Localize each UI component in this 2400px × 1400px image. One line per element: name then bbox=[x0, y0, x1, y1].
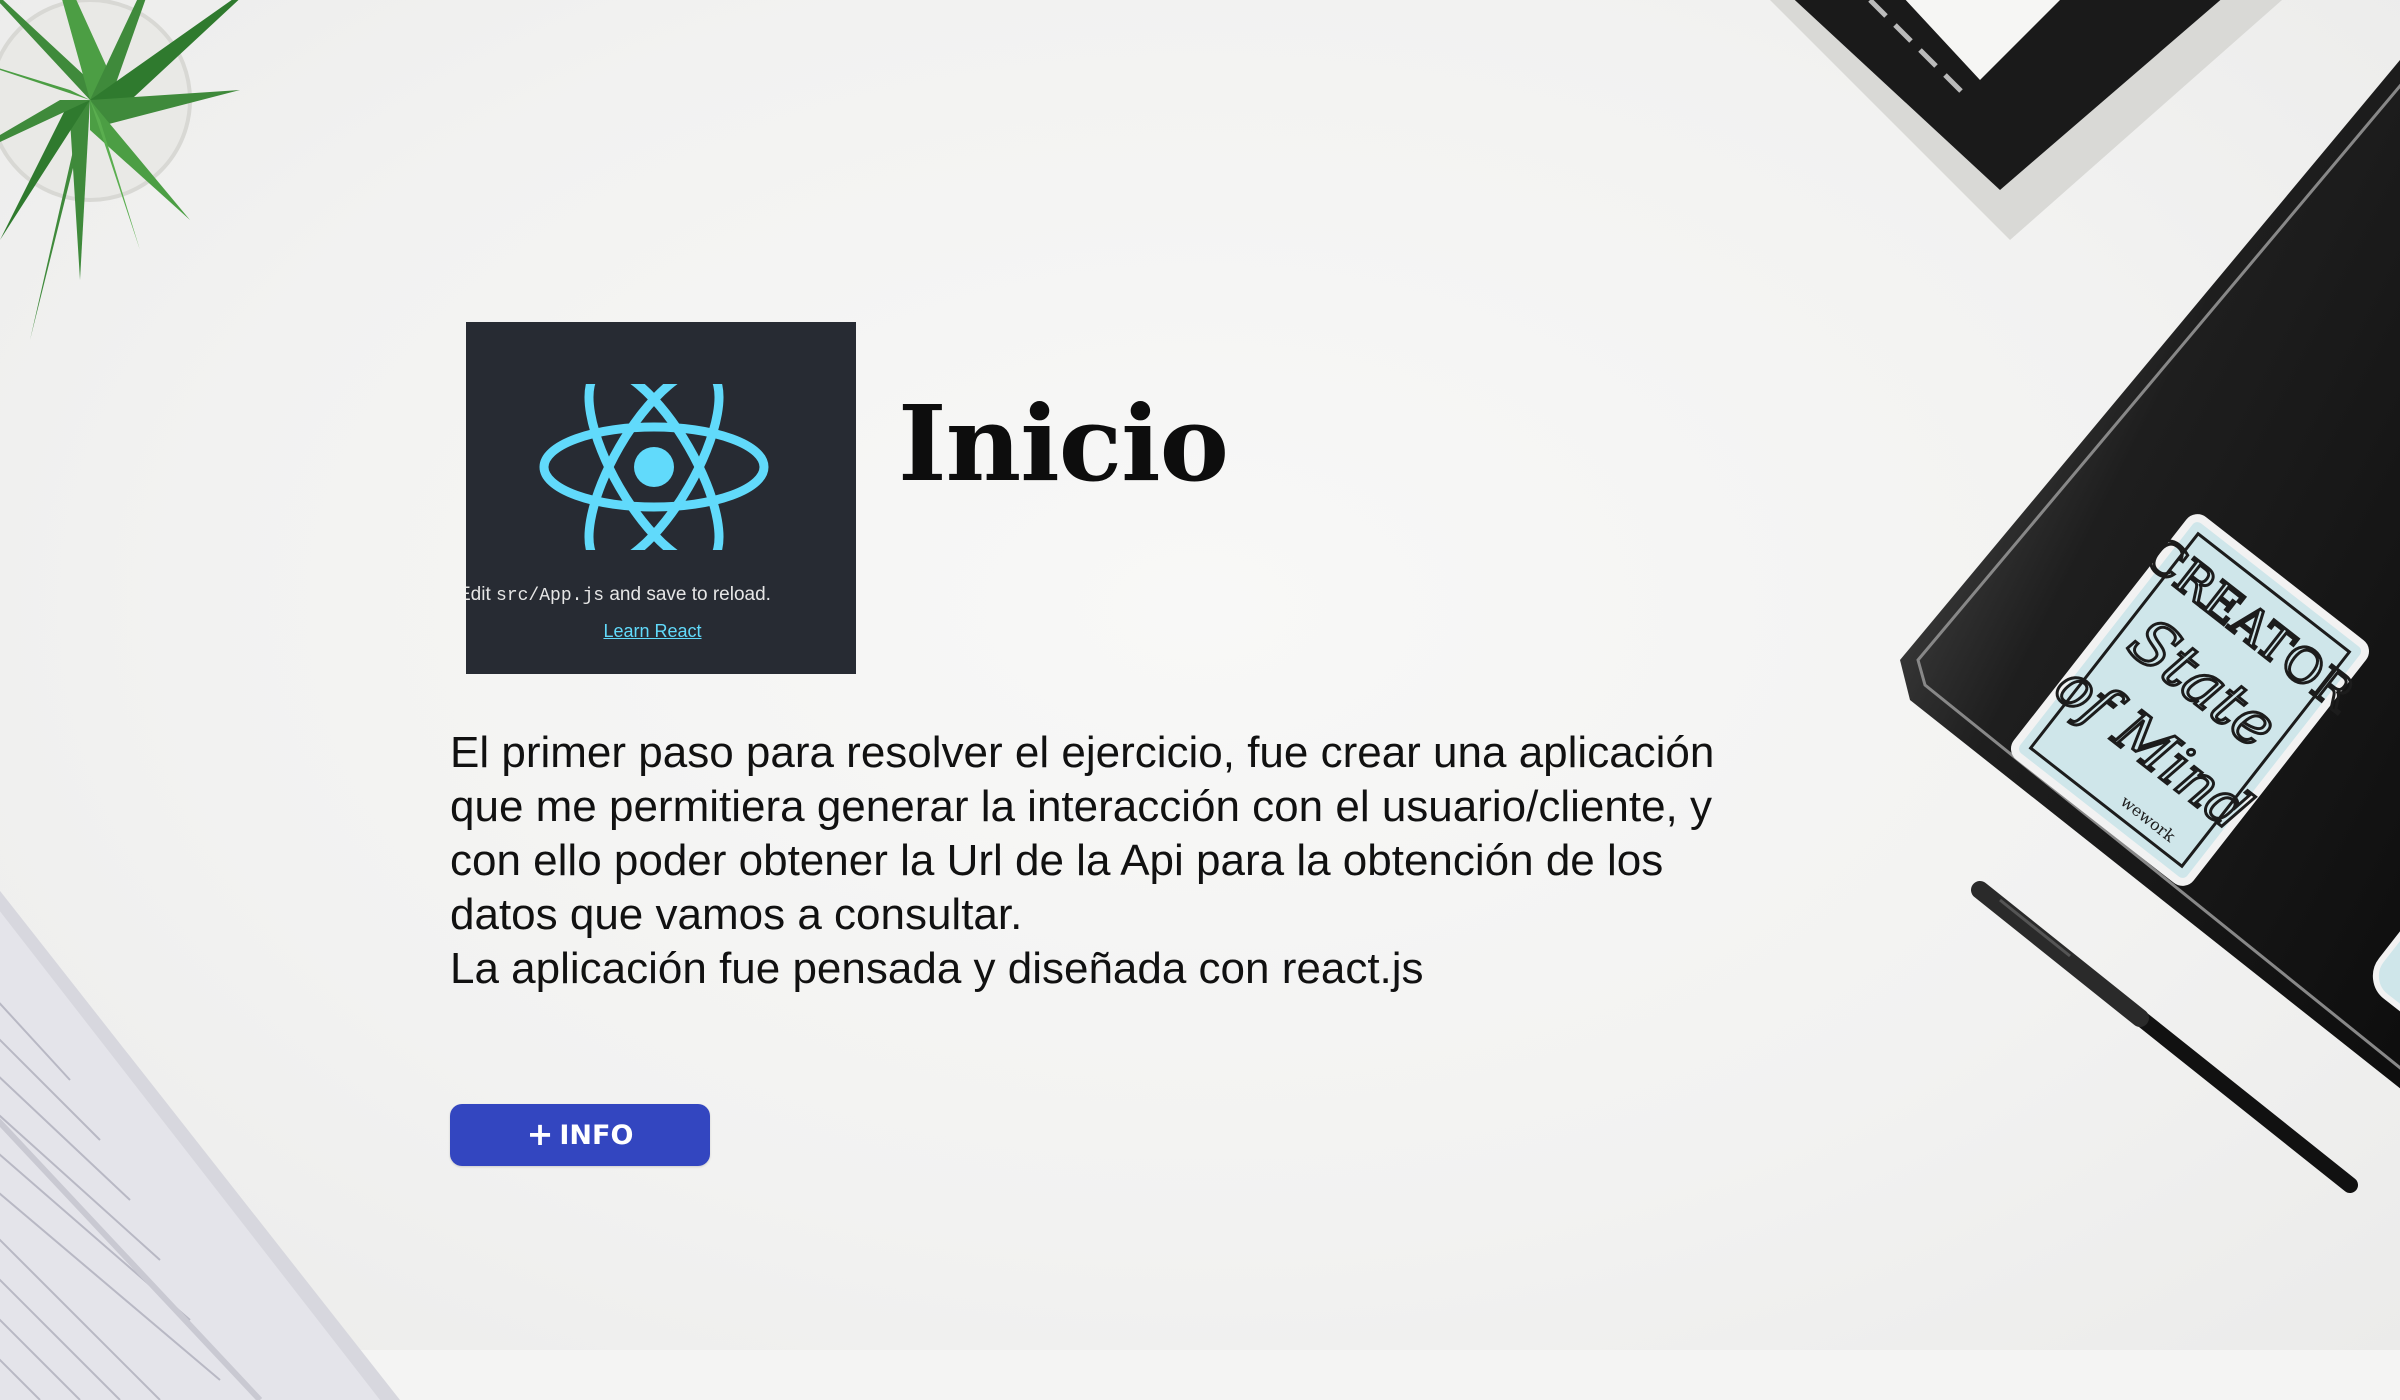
react-logo-icon bbox=[539, 384, 769, 550]
description-line: datos que vamos a consultar. bbox=[450, 890, 1023, 939]
lined-notebook-icon bbox=[0, 890, 400, 1400]
description-line: La aplicación fue pensada y diseñada con… bbox=[450, 944, 1424, 993]
description-line: con ello poder obtener la Url de la Api … bbox=[450, 836, 1664, 885]
plant-decoration-icon bbox=[0, 0, 240, 340]
description-line: que me permitiera generar la interacción… bbox=[450, 782, 1712, 831]
pen-decoration-icon bbox=[1971, 881, 2358, 1193]
info-button[interactable]: + INFO bbox=[450, 1104, 710, 1166]
description-text: El primer paso para resolver el ejercici… bbox=[450, 726, 1790, 996]
edit-instruction-text: Edit src/App.js and save to reload. bbox=[466, 584, 771, 606]
page-title: Inicio bbox=[898, 382, 1229, 505]
plus-icon: + bbox=[526, 1115, 554, 1153]
learn-react-link[interactable]: Learn React bbox=[466, 621, 839, 642]
info-button-label: INFO bbox=[559, 1119, 634, 1151]
react-app-screenshot: Edit src/App.js and save to reload. Lear… bbox=[466, 322, 856, 674]
description-line: El primer paso para resolver el ejercici… bbox=[450, 728, 1715, 777]
